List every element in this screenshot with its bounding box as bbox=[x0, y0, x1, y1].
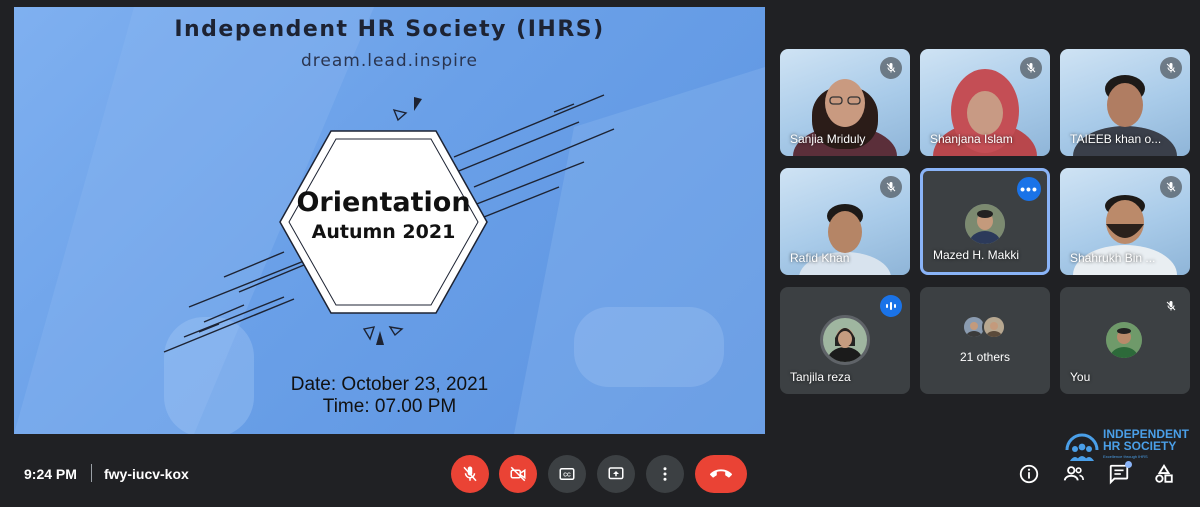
participant-tile-sanjia[interactable]: Sanjia Mriduly bbox=[780, 49, 910, 156]
camera-off-icon bbox=[510, 466, 526, 482]
more-vert-icon bbox=[663, 467, 667, 481]
logo-emblem-icon bbox=[1065, 433, 1099, 461]
unread-badge bbox=[1125, 461, 1132, 468]
more-options-button[interactable] bbox=[646, 455, 684, 493]
avatar bbox=[982, 315, 1006, 339]
activities-button[interactable] bbox=[1152, 462, 1176, 486]
participant-tile-rafid[interactable]: Rafid Khan bbox=[780, 168, 910, 275]
participant-name: Shahrukh Bin ... bbox=[1070, 251, 1156, 265]
people-icon bbox=[1063, 466, 1084, 481]
more-options-icon[interactable]: ••• bbox=[1017, 177, 1041, 201]
participant-name: TAIEEB khan o... bbox=[1070, 132, 1162, 146]
orientation-label: Orientation bbox=[296, 187, 471, 218]
participant-tile-others[interactable]: 21 others bbox=[920, 287, 1050, 394]
mic-off-icon bbox=[1160, 176, 1182, 198]
mic-off-icon bbox=[880, 57, 902, 79]
present-icon bbox=[608, 467, 624, 480]
logo-text: INDEPENDENT HR SOCIETY bbox=[1103, 428, 1189, 452]
participant-tile-shahrukh[interactable]: Shahrukh Bin ... bbox=[1060, 168, 1190, 275]
participant-name: Sanjia Mriduly bbox=[790, 132, 866, 146]
semester-label: Autumn 2021 bbox=[311, 221, 456, 243]
mic-off-icon bbox=[463, 466, 477, 482]
show-everyone-button[interactable] bbox=[1062, 462, 1086, 486]
captions-icon: CC bbox=[559, 468, 575, 480]
hexagon-text: Orientation Autumn 2021 bbox=[276, 187, 491, 245]
logo-tagline: Excellence through IHRS bbox=[1103, 454, 1148, 459]
captions-button[interactable]: CC bbox=[548, 455, 586, 493]
participant-name: Rafid Khan bbox=[790, 251, 850, 265]
hang-up-icon bbox=[710, 469, 732, 478]
svg-text:CC: CC bbox=[563, 473, 571, 479]
mic-off-icon bbox=[1020, 57, 1042, 79]
slide-title: Independent HR Society (IHRS) bbox=[174, 17, 605, 42]
participant-name: Tanjila reza bbox=[790, 370, 851, 384]
participant-tile-taieeb[interactable]: TAIEEB khan o... bbox=[1060, 49, 1190, 156]
mic-off-icon bbox=[1160, 295, 1182, 317]
avatar bbox=[820, 315, 870, 365]
speaking-indicator-icon bbox=[880, 295, 902, 317]
event-date: Date: October 23, 2021 bbox=[290, 374, 489, 395]
participant-name: You bbox=[1070, 370, 1091, 384]
mic-off-icon bbox=[1160, 57, 1182, 79]
ihrs-logo: INDEPENDENT HR SOCIETY Excellence throug… bbox=[1063, 428, 1193, 462]
info-icon bbox=[1019, 464, 1039, 484]
activities-icon bbox=[1155, 464, 1173, 483]
others-count: 21 others bbox=[959, 350, 1011, 364]
meeting-clock: 9:24 PM bbox=[24, 466, 77, 482]
presentation-stage: Independent HR Society (IHRS) dream.lead… bbox=[14, 7, 765, 434]
toggle-camera-button[interactable] bbox=[499, 455, 537, 493]
meeting-details-button[interactable] bbox=[1017, 462, 1041, 486]
slide-tagline: dream.lead.inspire bbox=[301, 51, 478, 71]
avatar bbox=[965, 204, 1005, 244]
event-time: Time: 07.00 PM bbox=[322, 396, 457, 417]
avatar bbox=[1106, 322, 1142, 358]
participant-name: Mazed H. Makki bbox=[933, 248, 1020, 262]
leave-call-button[interactable] bbox=[695, 455, 747, 493]
participant-tile-you[interactable]: You bbox=[1060, 287, 1190, 394]
meeting-code[interactable]: fwy-iucv-kox bbox=[104, 466, 189, 482]
participant-tile-shanjana[interactable]: Shanjana Islam bbox=[920, 49, 1050, 156]
toggle-mic-button[interactable] bbox=[451, 455, 489, 493]
divider bbox=[91, 464, 92, 482]
present-now-button[interactable] bbox=[597, 455, 635, 493]
participant-name: Shanjana Islam bbox=[930, 132, 1013, 146]
participant-tile-tanjila[interactable]: Tanjila reza bbox=[780, 287, 910, 394]
chat-button[interactable] bbox=[1107, 461, 1132, 486]
mic-off-icon bbox=[880, 176, 902, 198]
participant-tile-mazed[interactable]: ••• Mazed H. Makki bbox=[920, 168, 1050, 275]
logo-line2: HR SOCIETY bbox=[1103, 439, 1177, 453]
